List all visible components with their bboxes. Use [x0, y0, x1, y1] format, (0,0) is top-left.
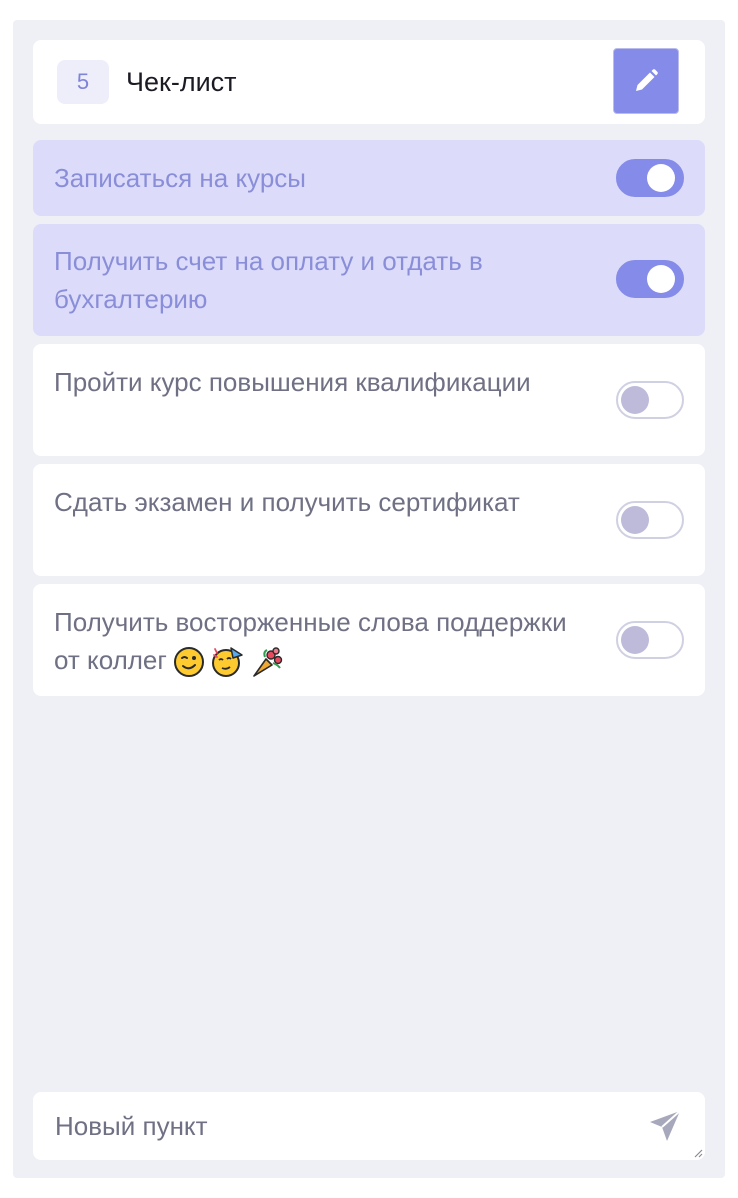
new-item-input[interactable]: [33, 1092, 633, 1160]
checklist-item[interactable]: Сдать экзамен и получить сертификат: [33, 464, 705, 576]
checklist-item-text: Пройти курс повышения квалификации: [54, 367, 531, 397]
item-count-badge: 5: [57, 60, 109, 104]
checklist-panel: 5 Чек-лист Записаться на курсы Получить …: [13, 20, 725, 1178]
toggle-knob: [621, 506, 649, 534]
checklist-item[interactable]: Пройти курс повышения квалификации: [33, 344, 705, 456]
pencil-icon: [636, 69, 658, 91]
checklist-title: Чек-лист: [126, 67, 237, 97]
checklist-item[interactable]: Получить восторженные слова поддержки от…: [33, 584, 705, 696]
item-toggle[interactable]: [616, 260, 684, 298]
checklist-item[interactable]: Получить счет на оплату и отдать в бухга…: [33, 224, 705, 336]
item-toggle[interactable]: [616, 159, 684, 197]
bouquet-icon: [253, 647, 283, 677]
checklist-item-text: Получить восторженные слова поддержки от…: [54, 603, 584, 679]
checklist-item-text: Получить счет на оплату и отдать в бухга…: [54, 246, 483, 314]
edit-button[interactable]: [613, 48, 679, 114]
new-item-field[interactable]: [33, 1092, 705, 1160]
item-toggle[interactable]: [616, 501, 684, 539]
checklist-item[interactable]: Записаться на курсы: [33, 140, 705, 216]
toggle-knob: [647, 265, 675, 293]
partying-face-icon: [211, 647, 243, 678]
item-toggle[interactable]: [616, 621, 684, 659]
winking-face-icon: [173, 647, 204, 678]
paper-plane-icon[interactable]: [647, 1108, 683, 1144]
toggle-knob: [621, 386, 649, 414]
toggle-knob: [621, 626, 649, 654]
checklist-item-text: Записаться на курсы: [54, 163, 306, 193]
checklist-item-label: Получить восторженные слова поддержки от…: [54, 607, 567, 675]
toggle-knob: [647, 164, 675, 192]
resize-grip-icon[interactable]: [693, 1148, 703, 1158]
checklist-item-text: Сдать экзамен и получить сертификат: [54, 487, 520, 517]
checklist-header: 5 Чек-лист: [33, 40, 705, 124]
item-toggle[interactable]: [616, 381, 684, 419]
